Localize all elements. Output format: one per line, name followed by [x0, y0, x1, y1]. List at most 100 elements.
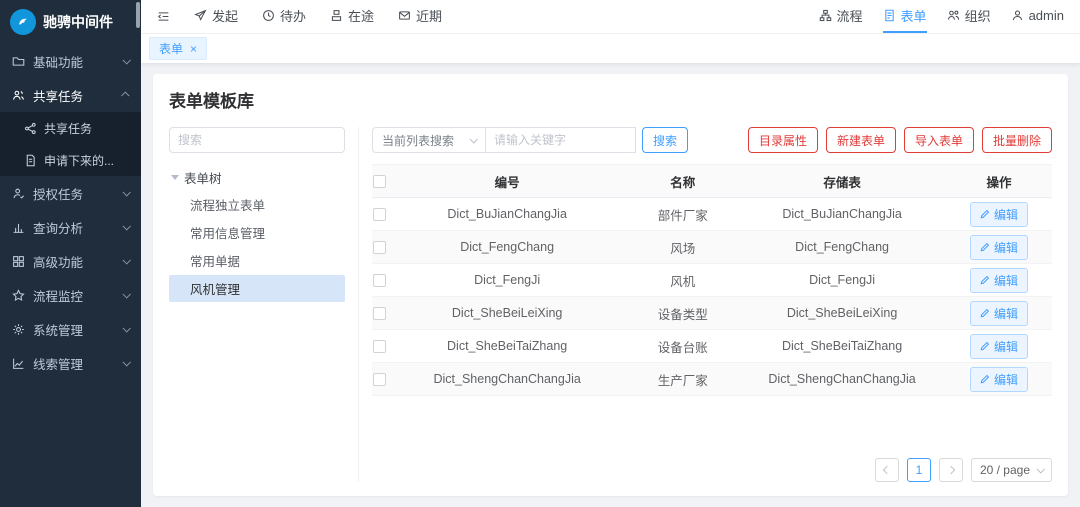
edit-button[interactable]: 编辑 — [970, 334, 1028, 359]
topbar-item-label: 待办 — [280, 6, 306, 25]
cell-name: 设备台账 — [627, 330, 738, 363]
main-column: 发起 待办 在途 近期 流程 表单 — [141, 0, 1080, 507]
topbar-item-recent[interactable]: 近期 — [398, 0, 442, 33]
cell-store: Dict_SheBeiTaiZhang — [738, 330, 946, 363]
directory-properties-button[interactable]: 目录属性 — [748, 127, 818, 153]
card-body: 表单树 流程独立表单 常用信息管理 常用单据 风机管理 当前列表搜索 — [153, 123, 1068, 496]
users-icon — [12, 89, 25, 102]
chevron-down-icon — [122, 358, 130, 366]
sidebar-item-authorized-tasks[interactable]: 授权任务 — [0, 176, 141, 210]
sidebar-subitem-label: 申请下来的... — [44, 152, 114, 169]
column-header-actions: 操作 — [946, 165, 1052, 198]
edit-button[interactable]: 编辑 — [970, 268, 1028, 293]
sidebar-item-label: 共享任务 — [33, 86, 83, 105]
select-all-checkbox[interactable] — [373, 175, 386, 188]
sidebar-item-basic-functions[interactable]: 基础功能 — [0, 44, 141, 78]
folder-icon — [12, 55, 25, 68]
edit-button[interactable]: 编辑 — [970, 202, 1028, 227]
sidebar-item-label: 授权任务 — [33, 184, 83, 203]
sidebar-item-advanced-functions[interactable]: 高级功能 — [0, 244, 141, 278]
form-template-card: 表单模板库 表单树 流程独立表单 常用信息管理 常用单据 — [153, 74, 1068, 496]
pencil-icon — [980, 308, 990, 318]
column-header-store: 存储表 — [738, 165, 946, 198]
topbar-user-admin[interactable]: admin — [1011, 0, 1064, 33]
topbar-item-label: 近期 — [416, 6, 442, 25]
menu-fold-icon[interactable] — [157, 10, 170, 23]
sidebar-scrollbar[interactable] — [136, 2, 140, 28]
table-toolbar: 当前列表搜索 搜索 目录属性 新建表单 导入表单 批量删除 — [372, 127, 1052, 153]
app-logo-icon — [10, 9, 36, 35]
cell-code: Dict_FengJi — [387, 264, 627, 297]
sidebar-subitem-applied[interactable]: 申请下来的... — [0, 144, 141, 176]
table-pane: 当前列表搜索 搜索 目录属性 新建表单 导入表单 批量删除 — [359, 127, 1052, 482]
mail-icon — [398, 9, 411, 22]
tab-close-icon[interactable]: × — [190, 43, 197, 55]
tab-bar: 表单 × — [141, 34, 1080, 63]
flow-icon — [819, 9, 832, 22]
import-form-button[interactable]: 导入表单 — [904, 127, 974, 153]
shared-tasks-submenu: 共享任务 申请下来的... — [0, 112, 141, 176]
search-scope-value: 当前列表搜索 — [382, 132, 454, 149]
sidebar-item-shared-tasks[interactable]: 共享任务 — [0, 78, 141, 112]
form-tree-pane: 表单树 流程独立表单 常用信息管理 常用单据 风机管理 — [169, 127, 359, 482]
sidebar-item-label: 流程监控 — [33, 286, 83, 305]
cell-store: Dict_FengJi — [738, 264, 946, 297]
cell-code: Dict_SheBeiLeiXing — [387, 297, 627, 330]
sidebar-subitem-shared-tasks[interactable]: 共享任务 — [0, 112, 141, 144]
tree-search-input[interactable] — [169, 127, 345, 153]
topbar-item-initiate[interactable]: 发起 — [194, 0, 238, 33]
top-navbar: 发起 待办 在途 近期 流程 表单 — [141, 0, 1080, 34]
column-header-code: 编号 — [387, 165, 627, 198]
table-row: Dict_SheBeiTaiZhang 设备台账 Dict_SheBeiTaiZ… — [372, 330, 1052, 363]
topbar-item-todo[interactable]: 待办 — [262, 0, 306, 33]
batch-delete-button[interactable]: 批量删除 — [982, 127, 1052, 153]
tree-root-node[interactable]: 表单树 — [169, 165, 345, 190]
cell-code: Dict_FengChang — [387, 231, 627, 264]
chevron-down-icon — [122, 256, 130, 264]
page-size-select[interactable]: 20 / page — [971, 458, 1052, 482]
edit-button[interactable]: 编辑 — [970, 367, 1028, 392]
topbar-item-label: 流程 — [837, 6, 863, 25]
tree-node-fan-management[interactable]: 风机管理 — [169, 275, 345, 302]
next-page-button[interactable] — [939, 458, 963, 482]
sidebar-item-process-monitor[interactable]: 流程监控 — [0, 278, 141, 312]
chevron-down-icon — [1036, 465, 1044, 473]
topbar-item-label: 发起 — [212, 6, 238, 25]
tab-form[interactable]: 表单 × — [149, 37, 207, 60]
row-checkbox[interactable] — [373, 241, 386, 254]
row-checkbox[interactable] — [373, 208, 386, 221]
app-brand[interactable]: 驰骋中间件 — [0, 0, 141, 44]
prev-page-button[interactable] — [875, 458, 899, 482]
sidebar-item-system-management[interactable]: 系统管理 — [0, 312, 141, 346]
row-checkbox[interactable] — [373, 274, 386, 287]
search-scope-select[interactable]: 当前列表搜索 — [372, 127, 486, 153]
table-row: Dict_FengJi 风机 Dict_FengJi 编辑 — [372, 264, 1052, 297]
sidebar-item-label: 基础功能 — [33, 52, 83, 71]
edit-button[interactable]: 编辑 — [970, 301, 1028, 326]
tree-node-common-info[interactable]: 常用信息管理 — [169, 219, 345, 246]
star-icon — [12, 289, 25, 302]
keyword-input[interactable] — [486, 127, 636, 153]
tree-node-process-independent[interactable]: 流程独立表单 — [169, 191, 345, 218]
form-tree: 表单树 流程独立表单 常用信息管理 常用单据 风机管理 — [169, 165, 345, 303]
sidebar-item-clue-management[interactable]: 线索管理 — [0, 346, 141, 380]
search-button[interactable]: 搜索 — [642, 127, 688, 153]
row-checkbox[interactable] — [373, 340, 386, 353]
topbar-item-organization[interactable]: 组织 — [947, 0, 991, 33]
edit-button[interactable]: 编辑 — [970, 235, 1028, 260]
new-form-button[interactable]: 新建表单 — [826, 127, 896, 153]
sidebar-item-label: 查询分析 — [33, 218, 83, 237]
topbar-item-in-transit[interactable]: 在途 — [330, 0, 374, 33]
topbar-item-process[interactable]: 流程 — [819, 0, 863, 33]
table-row: Dict_FengChang 风场 Dict_FengChang 编辑 — [372, 231, 1052, 264]
tree-node-common-docs[interactable]: 常用单据 — [169, 247, 345, 274]
row-checkbox[interactable] — [373, 307, 386, 320]
cell-store: Dict_FengChang — [738, 231, 946, 264]
page-number-button[interactable]: 1 — [907, 458, 931, 482]
table-row: Dict_SheBeiLeiXing 设备类型 Dict_SheBeiLeiXi… — [372, 297, 1052, 330]
sidebar-item-query-analysis[interactable]: 查询分析 — [0, 210, 141, 244]
app-window: 驰骋中间件 基础功能 共享任务 共享任务 申请下来的... 授权任务 — [0, 0, 1080, 507]
row-checkbox[interactable] — [373, 373, 386, 386]
topbar-item-form[interactable]: 表单 — [883, 0, 927, 33]
caret-down-icon — [171, 175, 179, 180]
